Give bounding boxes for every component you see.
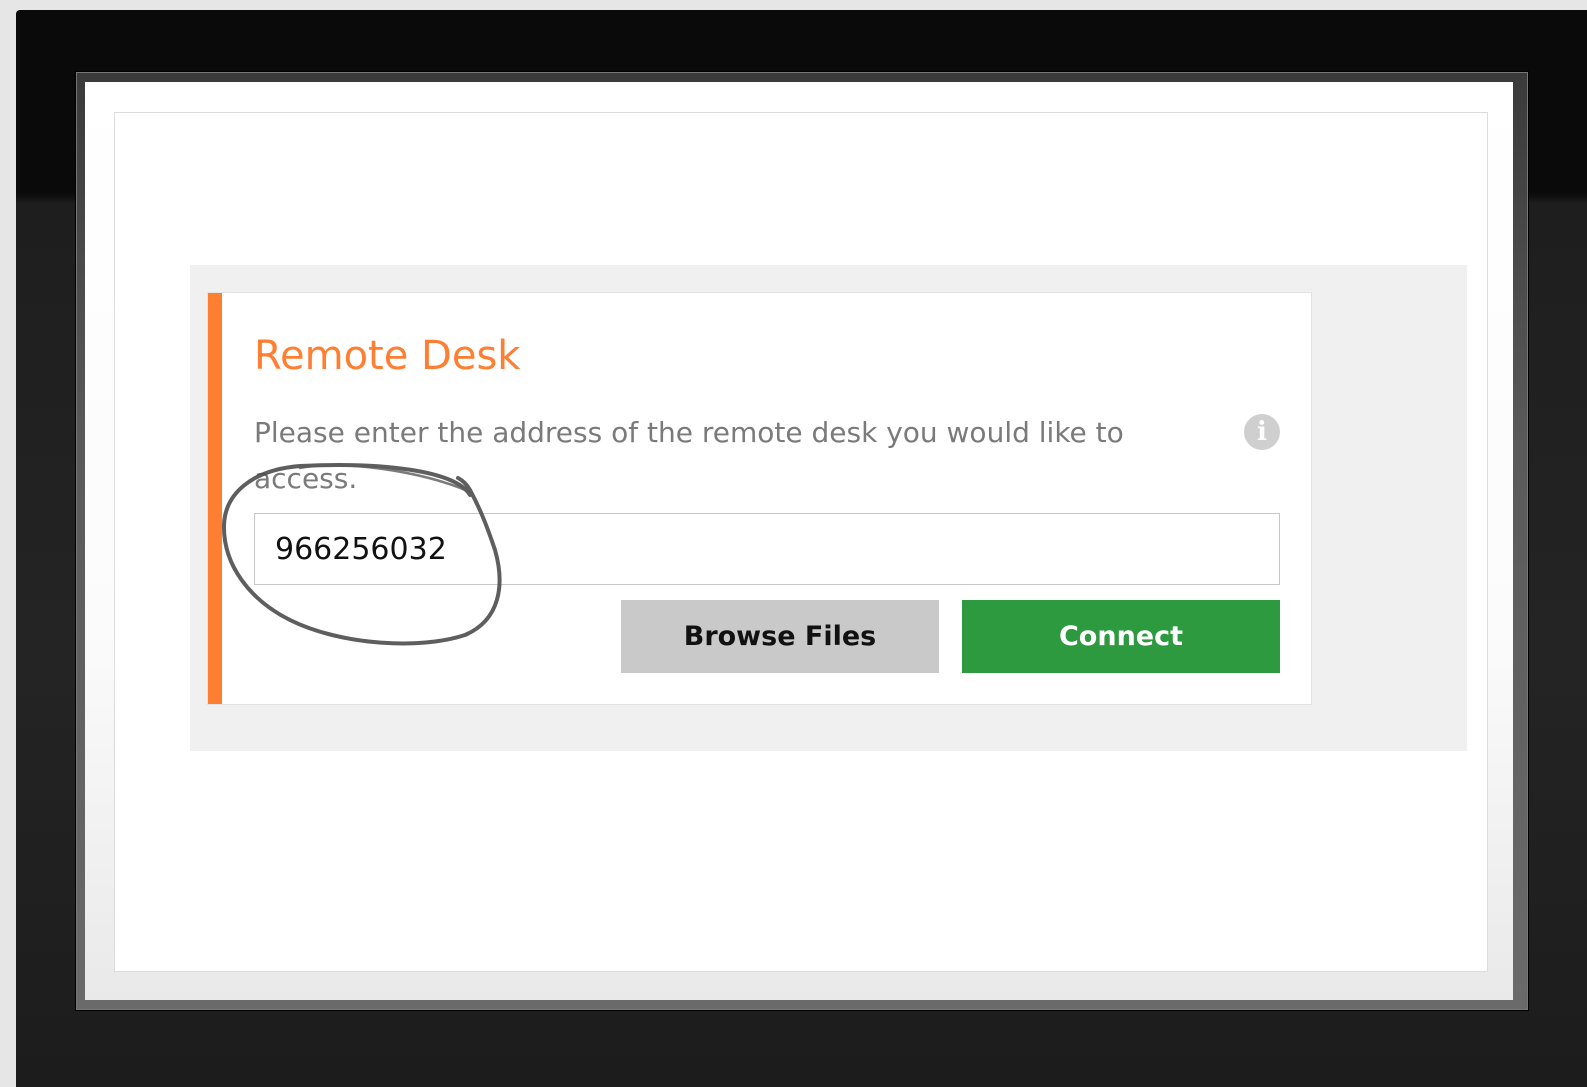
browse-files-button[interactable]: Browse Files: [621, 600, 939, 673]
address-input[interactable]: [254, 513, 1280, 585]
card-description: Please enter the address of the remote d…: [254, 416, 1124, 495]
info-icon[interactable]: i: [1244, 414, 1280, 450]
connect-button[interactable]: Connect: [962, 600, 1280, 673]
remote-desk-card: Remote Desk Please enter the address of …: [207, 292, 1312, 705]
card-accent-bar: [208, 293, 222, 704]
card-title: Remote Desk: [254, 333, 521, 379]
